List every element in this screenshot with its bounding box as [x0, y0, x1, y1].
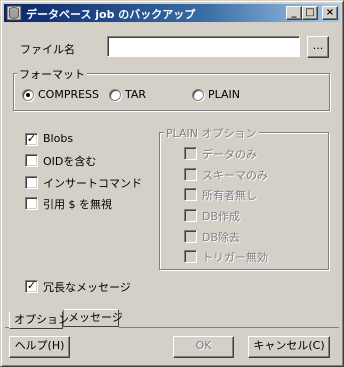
tab-messages-label: メッセージ	[68, 311, 123, 324]
check-icon: ✓	[26, 279, 37, 292]
close-button[interactable]: ×	[322, 6, 338, 20]
maximize-button[interactable]: □	[302, 6, 318, 20]
no-owner-label: 所有者無し	[202, 189, 257, 202]
filename-label: ファイル名	[20, 43, 75, 56]
cancel-button[interactable]: キャンセル(C)	[248, 336, 330, 358]
maximize-icon: □	[305, 7, 315, 18]
tab-baseline-right	[119, 327, 339, 328]
cancel-button-label: キャンセル(C)	[253, 339, 325, 352]
create-db-label: DB作成	[202, 210, 241, 223]
format-tar-radio[interactable]	[109, 89, 121, 101]
format-plain-radio[interactable]	[192, 89, 204, 101]
radio-selected-dot	[26, 93, 30, 97]
data-only-checkbox	[184, 147, 197, 160]
drop-db-label: DB除去	[202, 231, 241, 244]
blobs-label[interactable]: Blobs	[43, 132, 73, 145]
insert-commands-checkbox[interactable]	[25, 176, 38, 189]
window-title: データベース job のバックアップ	[26, 8, 196, 21]
ok-button-label: OK	[195, 339, 212, 352]
create-db-checkbox	[184, 209, 197, 222]
close-icon: ×	[325, 7, 335, 18]
disable-triggers-label: トリガー無効	[202, 251, 268, 264]
help-button-label: ヘルプ(H)	[14, 339, 65, 352]
insert-commands-label[interactable]: インサートコマンド	[43, 175, 142, 191]
schema-only-label: スキーマのみ	[202, 169, 268, 182]
verbose-label[interactable]: 冗長なメッセージ	[43, 279, 131, 295]
schema-only-checkbox	[184, 168, 197, 181]
ok-button[interactable]: OK	[173, 336, 234, 358]
format-plain-label[interactable]: PLAIN	[208, 88, 240, 101]
format-compress-label[interactable]: COMPRESS	[38, 88, 99, 101]
plain-options-group-label: PLAIN オプション	[164, 125, 259, 141]
minimize-button[interactable]: _	[286, 6, 302, 20]
include-oids-label[interactable]: OIDを含む	[43, 153, 96, 169]
format-tar-label[interactable]: TAR	[125, 88, 146, 101]
disable-dollar-quoting-label[interactable]: 引用 $ を無視	[43, 196, 112, 212]
backup-dialog: データベース job のバックアップ _ □ × ファイル名 ... フォーマッ…	[0, 0, 344, 367]
tab-options[interactable]: オプション	[9, 311, 69, 329]
disable-triggers-checkbox	[184, 250, 197, 263]
browse-button-label: ...	[312, 39, 324, 52]
format-group-label: フォーマット	[17, 66, 87, 82]
browse-button[interactable]: ...	[307, 36, 329, 58]
check-icon: ✓	[26, 132, 37, 145]
help-button[interactable]: ヘルプ(H)	[9, 336, 70, 358]
verbose-checkbox[interactable]: ✓	[25, 280, 38, 293]
minimize-icon: _	[291, 7, 297, 18]
disable-dollar-quoting-checkbox[interactable]	[25, 197, 38, 210]
tab-messages[interactable]: メッセージ	[63, 309, 123, 327]
blobs-checkbox[interactable]: ✓	[25, 133, 38, 146]
include-oids-checkbox[interactable]	[25, 154, 38, 167]
data-only-label: データのみ	[202, 148, 257, 161]
title-bar: データベース job のバックアップ _ □ ×	[4, 4, 340, 22]
tab-options-label: オプション	[14, 313, 69, 326]
drop-db-checkbox	[184, 230, 197, 243]
format-compress-radio[interactable]	[22, 89, 34, 101]
no-owner-checkbox	[184, 188, 197, 201]
filename-input[interactable]	[107, 36, 300, 57]
database-icon	[6, 5, 22, 21]
